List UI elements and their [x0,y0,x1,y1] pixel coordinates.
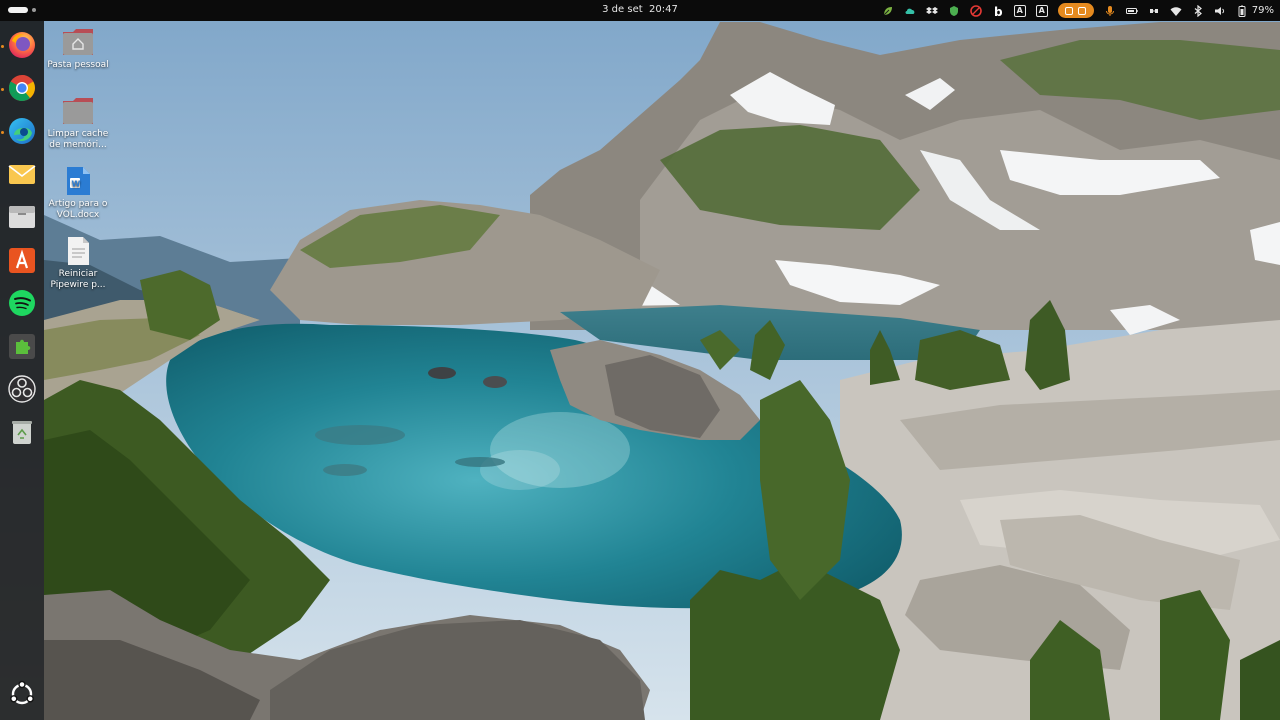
shield-icon[interactable] [948,5,960,17]
bold-b-icon[interactable]: b [992,5,1004,17]
files-icon [9,206,35,228]
show-apps-button[interactable] [6,678,38,710]
wifi-icon[interactable] [1170,5,1182,17]
dock-item-spotify[interactable] [6,287,38,319]
system-tray: b A A 79% [882,2,1274,19]
dock-item-firefox[interactable] [6,29,38,61]
clock-button[interactable]: 3 de set 20:47 [602,4,678,15]
running-indicator [1,45,4,48]
desktop-icon-label: Limpar cache de memóri... [47,129,109,150]
workspace-indicator-active [8,7,28,13]
dock-item-trash[interactable] [6,416,38,448]
app-center-icon [9,248,35,273]
dock-item-mail[interactable] [6,158,38,190]
keyboard-a-icon[interactable]: A [1035,4,1048,17]
battery-icon[interactable] [1236,5,1248,17]
word-document-icon: W [67,167,90,195]
trash-icon [12,421,32,444]
text-file-icon [68,237,89,265]
time-text: 20:47 [649,4,678,15]
cloud-icon[interactable] [904,5,916,17]
battery-indicator-icon[interactable] [1125,5,1138,17]
dock-item-files[interactable] [6,201,38,233]
activities-button[interactable] [8,7,36,14]
obs-icon [8,375,36,403]
keyboard-a-icon[interactable]: A [1013,4,1026,17]
network-icon[interactable] [1148,5,1160,17]
firefox-icon [9,32,35,58]
desktop-icon-label: Pasta pessoal [47,60,109,70]
opera-icon[interactable] [969,4,982,17]
dock-item-obs[interactable] [6,373,38,405]
dock-item-edge[interactable] [6,115,38,147]
puzzle-icon [9,334,35,359]
dock-item-chrome[interactable] [6,72,38,104]
workspace-indicator-inactive [32,8,36,12]
spotify-icon [9,290,35,316]
volume-icon[interactable] [1214,5,1226,17]
dock-item-extensions[interactable] [6,330,38,362]
svg-text:W: W [72,180,81,189]
dock [0,21,44,720]
desktop-icon-label: Reiniciar Pipewire p... [50,269,106,290]
edge-icon [9,118,35,144]
desktop-wallpaper [0,0,1280,720]
ubuntu-logo-icon [10,680,34,705]
dock-item-app-center[interactable] [6,244,38,276]
desktop-icon-text-file[interactable]: Reiniciar Pipewire p... [44,236,112,291]
microphone-icon[interactable] [1104,5,1116,17]
battery-percentage: 79% [1251,5,1274,16]
desktop-icon-word-document[interactable]: W Artigo para o VOL.docx [44,166,112,221]
home-folder-icon [63,29,93,55]
mail-icon [8,165,36,184]
running-indicator [1,88,4,91]
chrome-icon [8,74,35,102]
leaf-icon[interactable] [882,5,894,17]
top-bar: 3 de set 20:47 b A A 79% [0,0,1280,21]
screen-record-icon[interactable] [1057,3,1094,18]
running-indicator [1,131,4,134]
bluetooth-icon[interactable] [1192,4,1204,17]
dropbox-icon[interactable] [925,5,938,17]
desktop-icon-label: Artigo para o VOL.docx [48,199,108,220]
date-text: 3 de set [602,4,643,15]
folder-icon [63,98,93,124]
desktop-icon-cache-folder[interactable]: Limpar cache de memóri... [44,96,112,151]
desktop-icon-home-folder[interactable]: Pasta pessoal [44,27,112,71]
svg-text:b: b [994,5,1003,17]
